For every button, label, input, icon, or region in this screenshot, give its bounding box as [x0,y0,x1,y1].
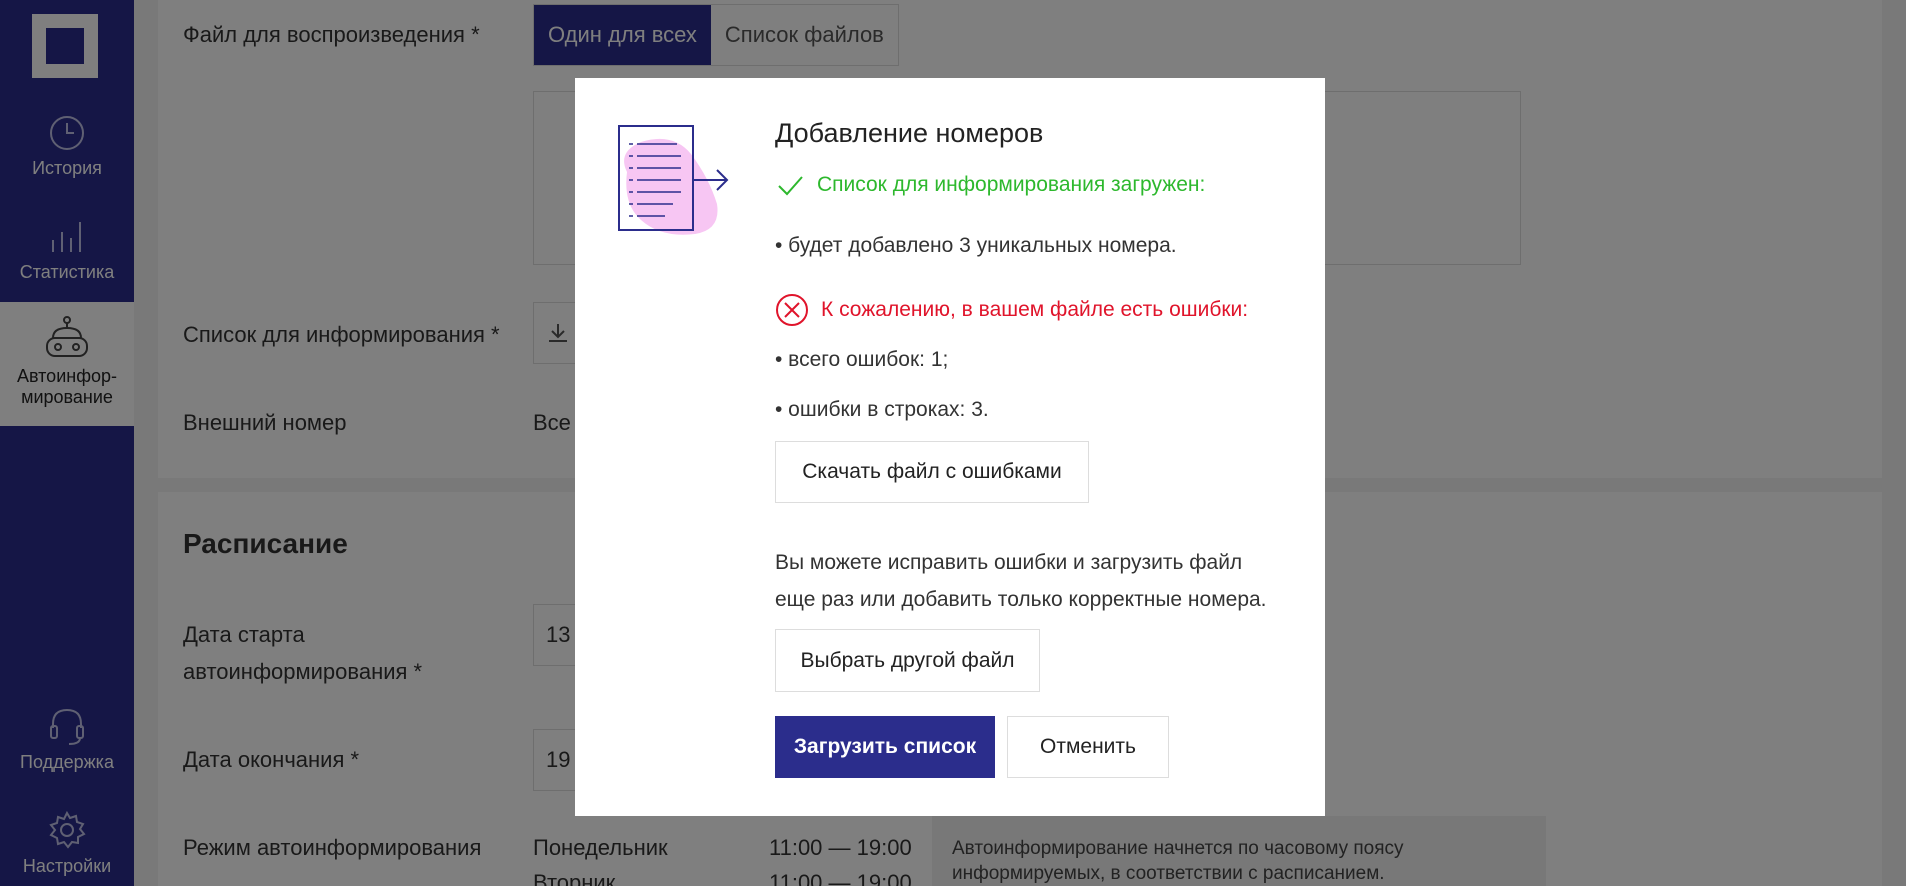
modal-title: Добавление номеров [775,118,1044,148]
hint-text: Вы можете исправить ошибки и загрузить ф… [775,544,1295,618]
upload-list-submit-button[interactable]: Загрузить список [775,716,995,778]
hint-line-1: Вы можете исправить ошибки и загрузить ф… [775,551,1243,574]
added-count-text: • будет добавлено 3 уникальных номера. [775,234,1177,257]
document-upload-illustration [618,125,729,235]
download-errors-button[interactable]: Скачать файл с ошибками [775,441,1089,503]
error-circle-x-icon [776,294,808,326]
choose-other-file-button[interactable]: Выбрать другой файл [775,629,1040,692]
hint-line-2: еще раз или добавить только корректные н… [775,588,1267,611]
errors-rows-text: • ошибки в строках: 3. [775,398,989,421]
errors-total-text: • всего ошибок: 1; [775,348,949,371]
success-message: Список для информирования загружен: [775,170,1205,200]
checkmark-icon [778,176,803,196]
error-text: К сожалению, в вашем файле есть ошибки: [821,298,1249,321]
success-text: Список для информирования загружен: [817,173,1206,196]
error-message: К сожалению, в вашем файле есть ошибки: [775,293,1248,327]
cancel-button[interactable]: Отменить [1007,716,1169,778]
add-numbers-modal: Добавление номеров Список для информиров… [575,78,1325,816]
